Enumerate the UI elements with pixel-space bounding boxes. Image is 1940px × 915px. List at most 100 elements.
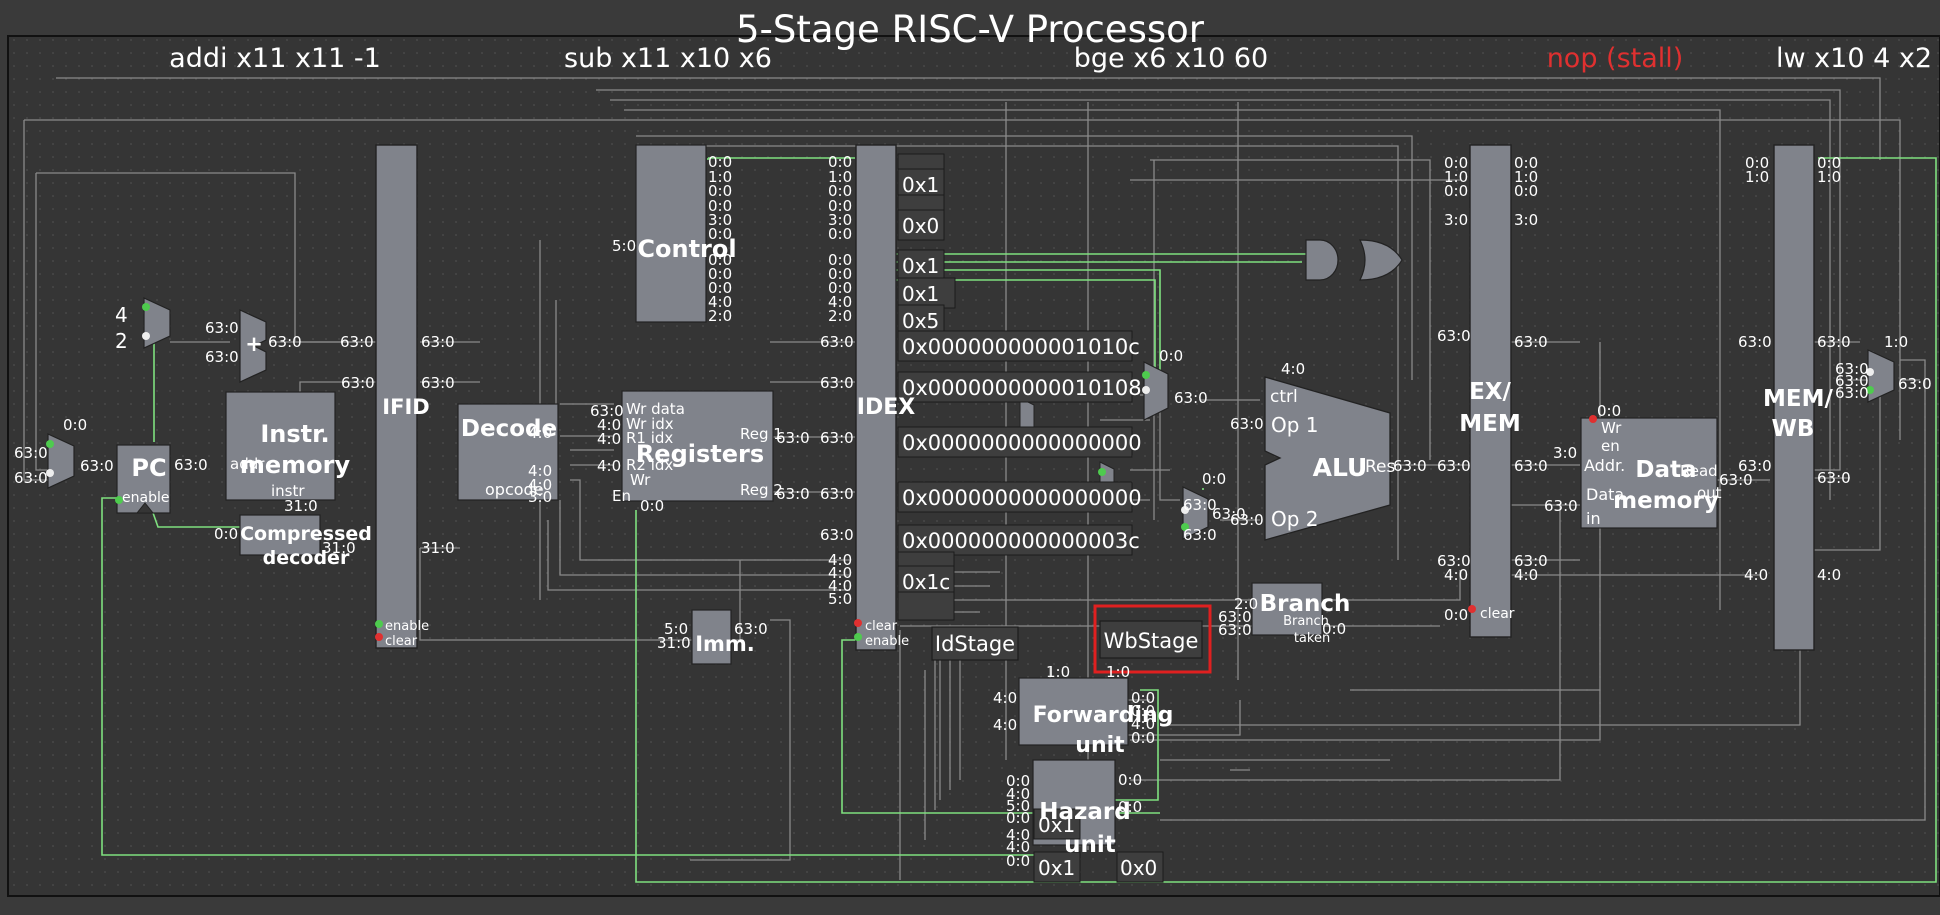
svg-text:4:0: 4:0: [528, 424, 552, 442]
ifid-label: IFID: [382, 395, 429, 419]
svg-text:5:0: 5:0: [828, 590, 852, 608]
alu-port-ctrl: ctrl: [1270, 387, 1298, 407]
svg-text:63:0: 63:0: [776, 429, 810, 447]
svg-text:4:0: 4:0: [597, 430, 621, 448]
svg-text:63:0: 63:0: [1898, 375, 1932, 393]
ifid-enable-label: enable: [385, 619, 429, 634]
dm-port-in: in: [1586, 509, 1601, 528]
dm-port-en: en: [1601, 437, 1620, 455]
svg-text:4:0: 4:0: [1444, 566, 1468, 584]
processor-diagram: 5-Stage RISC-V Processor addi x11 x11 -1…: [0, 0, 1940, 911]
wbstage-label: WbStage: [1104, 629, 1199, 653]
svg-text:0:0: 0:0: [1159, 347, 1183, 365]
probe-idex-2: 0x1: [902, 254, 939, 278]
svg-text:3:0: 3:0: [528, 488, 552, 506]
probe-idex-8: 0x0000000000000000: [902, 486, 1142, 510]
idstage-label: IdStage: [935, 632, 1015, 656]
constant-two: 2: [115, 329, 128, 353]
svg-text:63:0: 63:0: [1514, 333, 1548, 351]
svg-text:0:0: 0:0: [1006, 852, 1030, 870]
svg-text:63:0: 63:0: [268, 333, 302, 351]
adder-plus: +: [245, 332, 263, 356]
svg-text:3:0: 3:0: [1553, 444, 1577, 462]
svg-text:4:0: 4:0: [1817, 566, 1841, 584]
svg-text:31:0: 31:0: [322, 539, 356, 557]
svg-text:3:0: 3:0: [1514, 211, 1538, 229]
memwb-label-1: MEM/: [1763, 386, 1833, 412]
dm-port-out: out: [1697, 484, 1722, 502]
ifid-clear-label: clear: [385, 634, 418, 649]
svg-text:63:0: 63:0: [1218, 621, 1252, 639]
svg-text:63:0: 63:0: [1817, 469, 1851, 487]
svg-text:0:0: 0:0: [1322, 620, 1346, 638]
svg-text:0:0: 0:0: [828, 225, 852, 243]
schematic: 5-Stage RISC-V Processor addi x11 x11 -1…: [0, 0, 1940, 911]
svg-text:63:0: 63:0: [1738, 333, 1772, 351]
svg-text:63:0: 63:0: [1544, 497, 1578, 515]
svg-text:4:0: 4:0: [1281, 360, 1305, 378]
pc-label: PC: [131, 454, 166, 482]
svg-text:2:0: 2:0: [708, 307, 732, 325]
svg-text:4:0: 4:0: [597, 457, 621, 475]
svg-text:63:0: 63:0: [174, 456, 208, 474]
stage-instr-if: addi x11 x11 -1: [169, 43, 381, 74]
reg-port-wr: Wr: [630, 471, 651, 489]
control-block: [635, 144, 707, 323]
probe-hazard-1: 0x1: [1038, 856, 1075, 880]
probe-idex-6: 0x0000000000010108: [902, 376, 1142, 400]
stage-instr-id: sub x11 x10 x6: [564, 43, 772, 74]
stage-instr-mem: nop (stall): [1547, 43, 1684, 74]
svg-text:63:0: 63:0: [341, 374, 375, 392]
svg-text:31:0: 31:0: [421, 539, 455, 557]
svg-text:63:0: 63:0: [1437, 327, 1471, 345]
svg-text:63:0: 63:0: [1230, 415, 1264, 433]
svg-text:4:0: 4:0: [1744, 566, 1768, 584]
svg-text:63:0: 63:0: [205, 319, 239, 337]
dm-port-read: Read: [1680, 462, 1718, 480]
stage-instr-ex: bge x6 x10 60: [1074, 43, 1268, 74]
probe-idex-5: 0x000000000001010c: [902, 335, 1140, 359]
alu-port-op1: Op 1: [1271, 413, 1319, 437]
svg-text:3:0: 3:0: [1444, 211, 1468, 229]
exmem-clear-label: clear: [1480, 606, 1515, 622]
probe-idex-7: 0x0000000000000000: [902, 431, 1142, 455]
svg-text:63:0: 63:0: [421, 374, 455, 392]
svg-text:4:0: 4:0: [993, 689, 1017, 707]
svg-text:63:0: 63:0: [820, 526, 854, 544]
alu-port-op2: Op 2: [1271, 507, 1319, 531]
svg-text:0:0: 0:0: [1118, 771, 1142, 789]
svg-text:1:0: 1:0: [1046, 663, 1070, 681]
svg-text:63:0: 63:0: [14, 469, 48, 487]
svg-text:63:0: 63:0: [1738, 457, 1772, 475]
svg-text:0:0: 0:0: [1202, 470, 1226, 488]
svg-text:63:0: 63:0: [1230, 511, 1264, 529]
svg-text:2:0: 2:0: [828, 307, 852, 325]
reg-port-r1idx: R1 idx: [626, 429, 673, 447]
dm-port-wr: Wr: [1601, 419, 1622, 437]
svg-text:31:0: 31:0: [657, 634, 691, 652]
probe-idex-3: 0x1: [902, 282, 939, 306]
svg-text:63:0: 63:0: [820, 485, 854, 503]
probe-idex-1: 0x0: [902, 214, 939, 238]
forwarding-label-2: unit: [1075, 733, 1125, 758]
reg-port-en: En: [612, 487, 631, 505]
svg-text:0:0: 0:0: [1514, 182, 1538, 200]
svg-text:0:0: 0:0: [1131, 729, 1155, 747]
svg-text:5:0: 5:0: [612, 237, 636, 255]
svg-text:1:0: 1:0: [1817, 168, 1841, 186]
constant-four: 4: [115, 303, 128, 327]
svg-text:31:0: 31:0: [284, 497, 318, 515]
svg-text:63:0: 63:0: [820, 374, 854, 392]
svg-text:63:0: 63:0: [1393, 457, 1427, 475]
instr-mem-addr-label: addr: [230, 455, 265, 473]
svg-text:4:0: 4:0: [993, 716, 1017, 734]
svg-text:0:0: 0:0: [214, 525, 238, 543]
svg-text:63:0: 63:0: [340, 333, 374, 351]
memwb-label-2: WB: [1772, 416, 1815, 442]
svg-text:0:0: 0:0: [1444, 182, 1468, 200]
svg-text:0:0: 0:0: [1597, 402, 1621, 420]
probe-hazard-2: 0x0: [1120, 856, 1157, 880]
probe-hazard-0: 0x1: [1038, 813, 1075, 837]
svg-text:63:0: 63:0: [820, 333, 854, 351]
svg-text:0:0: 0:0: [640, 497, 664, 515]
